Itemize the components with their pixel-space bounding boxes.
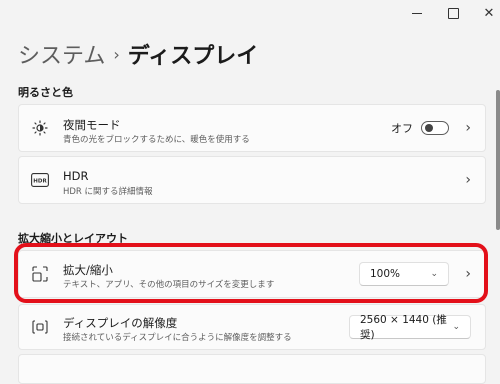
night-light-card[interactable]: 夜間モード 青色の光をブロックするために、暖色を使用する オフ ›	[18, 104, 486, 152]
page-title: ディスプレイ	[127, 44, 259, 69]
night-light-toggle[interactable]	[421, 121, 449, 135]
section-title-scale-layout: 拡大縮小とレイアウト	[18, 232, 128, 245]
chevron-right-icon[interactable]: ›	[465, 266, 471, 282]
section-title-brightness: 明るさと色	[18, 86, 73, 99]
chevron-down-icon: ⌄	[452, 322, 460, 332]
minimize-button[interactable]	[402, 0, 432, 26]
chevron-right-icon[interactable]: ›	[465, 172, 471, 188]
scale-card[interactable]: 拡大/縮小 テキスト、アプリ、その他の項目のサイズを変更します 100% ⌄ ›	[18, 250, 486, 298]
minimize-icon	[412, 12, 422, 14]
chevron-down-icon: ⌄	[430, 269, 438, 279]
maximize-icon	[447, 7, 459, 19]
night-light-description: 青色の光をブロックするために、暖色を使用する	[63, 135, 250, 145]
svg-text:HDR: HDR	[33, 179, 47, 185]
hdr-description: HDR に関する詳細情報	[63, 187, 153, 197]
toggle-knob	[425, 124, 433, 132]
night-light-toggle-label: オフ	[391, 122, 413, 135]
scale-title: 拡大/縮小	[63, 263, 113, 277]
brightness-icon	[31, 119, 49, 137]
night-light-title: 夜間モード	[63, 118, 121, 132]
close-icon: ✕	[483, 5, 495, 21]
scale-icon	[31, 265, 49, 283]
hdr-card[interactable]: HDR HDR HDR に関する詳細情報 ›	[18, 156, 486, 204]
next-setting-card[interactable]	[18, 354, 486, 384]
maximize-button[interactable]	[438, 0, 468, 26]
resolution-card[interactable]: ディスプレイの解像度 接続されているディスプレイに合うように解像度を調整する 2…	[18, 304, 486, 350]
resolution-icon	[31, 318, 49, 336]
scale-dropdown-value: 100%	[370, 268, 401, 280]
resolution-dropdown[interactable]: 2560 × 1440 (推奨) ⌄	[349, 314, 471, 341]
hdr-icon: HDR	[31, 171, 49, 189]
breadcrumb-parent[interactable]: システム	[18, 38, 105, 70]
close-button[interactable]: ✕	[474, 0, 500, 26]
scale-dropdown[interactable]: 100% ⌄	[359, 262, 449, 286]
resolution-description: 接続されているディスプレイに合うように解像度を調整する	[63, 333, 292, 343]
resolution-title: ディスプレイの解像度	[63, 316, 178, 330]
resolution-dropdown-value: 2560 × 1440 (推奨)	[360, 314, 447, 341]
breadcrumb: システム › ディスプレイ	[18, 38, 258, 70]
chevron-right-icon[interactable]: ›	[465, 120, 471, 136]
scale-description: テキスト、アプリ、その他の項目のサイズを変更します	[63, 280, 275, 290]
scrollbar[interactable]	[496, 90, 500, 230]
night-light-toggle-group: オフ	[391, 120, 449, 136]
breadcrumb-separator-icon: ›	[113, 44, 120, 64]
hdr-title: HDR	[63, 169, 89, 183]
